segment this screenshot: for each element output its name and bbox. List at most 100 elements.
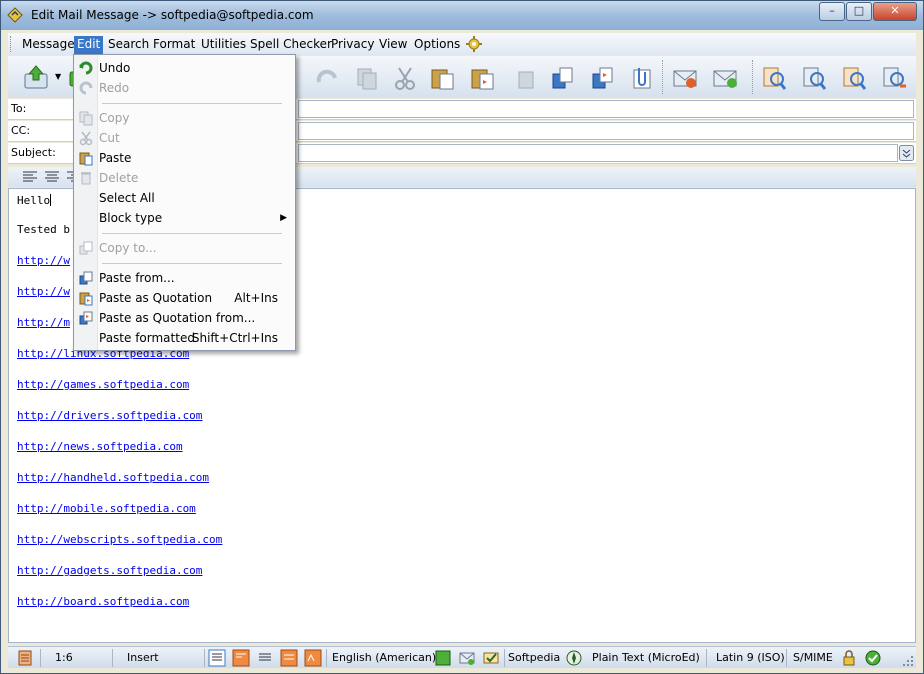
menu-item-label: Redo	[99, 81, 130, 95]
check-icon[interactable]	[864, 649, 882, 667]
menu-item-undo[interactable]: Undo	[74, 58, 295, 78]
menu-item-delete[interactable]: Delete	[74, 168, 295, 188]
menu-options[interactable]: Options	[411, 36, 463, 54]
menu-privacy[interactable]: Privacy	[328, 36, 377, 54]
menu-edit[interactable]: Edit	[74, 36, 104, 54]
link-board[interactable]: http://board.softpedia.com	[17, 595, 189, 608]
minimize-button[interactable]: –	[819, 2, 845, 21]
charset-indicator[interactable]: Latin 9 (ISO)	[716, 651, 785, 664]
menu-item-redo[interactable]: Redo	[74, 78, 295, 98]
subject-field[interactable]	[298, 144, 898, 162]
menu-utilities[interactable]: Utilities	[198, 36, 249, 54]
search-icon[interactable]	[800, 64, 828, 92]
notes-icon[interactable]	[16, 649, 34, 667]
security-indicator[interactable]: S/MIME	[793, 651, 833, 664]
link-mobile[interactable]: http://mobile.softpedia.com	[17, 502, 196, 515]
spell-check-icon[interactable]	[304, 649, 322, 667]
paste-toolbar-icon[interactable]	[428, 64, 456, 92]
menu-view[interactable]: View	[376, 36, 410, 54]
menu-item-copy-to[interactable]: Copy to...	[74, 238, 295, 258]
link-news[interactable]: http://news.softpedia.com	[17, 440, 183, 453]
delete-icon	[81, 172, 91, 185]
paragraph-icon[interactable]	[232, 649, 250, 667]
link-2[interactable]: http://m	[17, 316, 70, 329]
menu-item-paste-from[interactable]: Paste from...	[74, 268, 295, 288]
justify-icon[interactable]	[256, 649, 274, 667]
search-back-icon[interactable]	[760, 64, 788, 92]
to-field[interactable]	[298, 100, 914, 118]
status-separator	[40, 649, 41, 667]
menu-item-paste-as-quotation[interactable]: Paste as Quotation Alt+Ins	[74, 288, 295, 308]
language-indicator[interactable]: English (American)	[332, 651, 436, 664]
send-dropdown-icon[interactable]: ▼	[55, 72, 61, 81]
send-icon[interactable]	[22, 64, 50, 92]
chevron-down-icon[interactable]	[899, 145, 914, 161]
gear-icon[interactable]	[465, 35, 483, 53]
cc-label: CC:	[11, 124, 31, 137]
status-separator	[706, 649, 707, 667]
edit-menu-dropdown: Undo Redo Copy Cut Paste Delete Select A…	[73, 54, 296, 351]
maximize-button[interactable]: □	[846, 2, 872, 21]
paste-quotation-toolbar-icon[interactable]	[468, 64, 496, 92]
menu-item-label: Paste	[99, 151, 132, 165]
menu-message[interactable]: Message	[19, 36, 78, 54]
close-button[interactable]: ✕	[873, 2, 917, 21]
wrap-icon[interactable]	[208, 649, 226, 667]
delete-toolbar-icon[interactable]	[513, 64, 541, 92]
menu-item-label: Delete	[99, 171, 139, 185]
online-status-icon[interactable]	[434, 649, 452, 667]
link-handheld[interactable]: http://handheld.softpedia.com	[17, 471, 209, 484]
menu-item-paste-as-quotation-from[interactable]: Paste as Quotation from...	[74, 308, 295, 328]
link-1[interactable]: http://w	[17, 285, 70, 298]
mail-sign-icon[interactable]	[671, 64, 699, 92]
paste-from-toolbar-icon[interactable]	[588, 64, 616, 92]
copy-to-icon	[79, 241, 93, 255]
status-bar: 1:6 Insert English (American) Softpedia …	[8, 646, 916, 668]
receipt-icon[interactable]	[458, 649, 476, 667]
lock-icon[interactable]	[840, 649, 858, 667]
compass-icon[interactable]	[565, 649, 583, 667]
mail-check-icon[interactable]	[711, 64, 739, 92]
align-center-icon[interactable]	[44, 170, 60, 184]
undo-icon	[79, 61, 93, 75]
menu-format[interactable]: Format	[150, 36, 198, 54]
cc-field[interactable]	[298, 122, 914, 140]
menu-item-paste[interactable]: Paste	[74, 148, 295, 168]
redo-toolbar-icon[interactable]	[313, 64, 341, 92]
quote-icon[interactable]	[280, 649, 298, 667]
insert-mode[interactable]: Insert	[127, 651, 159, 664]
menu-item-cut[interactable]: Cut	[74, 128, 295, 148]
toolbar-separator	[662, 60, 663, 94]
link-games[interactable]: http://games.softpedia.com	[17, 378, 189, 391]
cut-toolbar-icon[interactable]	[391, 64, 419, 92]
link-drivers[interactable]: http://drivers.softpedia.com	[17, 409, 202, 422]
link-gadgets[interactable]: http://gadgets.softpedia.com	[17, 564, 202, 577]
menu-item-paste-formatted[interactable]: Paste formatted Shift+Ctrl+Ins	[74, 328, 295, 348]
menu-separator	[102, 103, 282, 104]
menu-search[interactable]: Search	[105, 36, 152, 54]
editor-type-indicator[interactable]: Plain Text (MicroEd)	[592, 651, 700, 664]
link-0[interactable]: http://w	[17, 254, 70, 267]
menu-item-block-type[interactable]: Block type ▶	[74, 208, 295, 228]
to-label: To:	[11, 102, 27, 115]
copy-to-toolbar-icon[interactable]	[548, 64, 576, 92]
menubar-grip[interactable]	[10, 36, 13, 52]
menu-spell-checker[interactable]: Spell Checker	[247, 36, 335, 54]
menu-item-copy[interactable]: Copy	[74, 108, 295, 128]
paste-quotation-icon	[79, 292, 93, 306]
menu-item-label: Paste as Quotation	[99, 291, 213, 305]
title-bar[interactable]: Edit Mail Message -> softpedia@softpedia…	[1, 1, 923, 30]
copy-toolbar-icon[interactable]	[353, 64, 381, 92]
align-left-icon[interactable]	[22, 170, 38, 184]
search-next-icon[interactable]	[880, 64, 908, 92]
submenu-arrow-icon: ▶	[280, 213, 287, 223]
search-replace-icon[interactable]	[840, 64, 868, 92]
signature-indicator[interactable]: Softpedia	[508, 651, 560, 664]
link-webscripts[interactable]: http://webscripts.softpedia.com	[17, 533, 222, 546]
priority-icon[interactable]	[482, 649, 500, 667]
redo-icon	[79, 81, 93, 95]
text-line-hello: Hello	[17, 194, 52, 207]
menu-item-select-all[interactable]: Select All	[74, 188, 295, 208]
resize-grip-icon[interactable]	[902, 655, 914, 667]
attach-toolbar-icon[interactable]	[628, 64, 656, 92]
